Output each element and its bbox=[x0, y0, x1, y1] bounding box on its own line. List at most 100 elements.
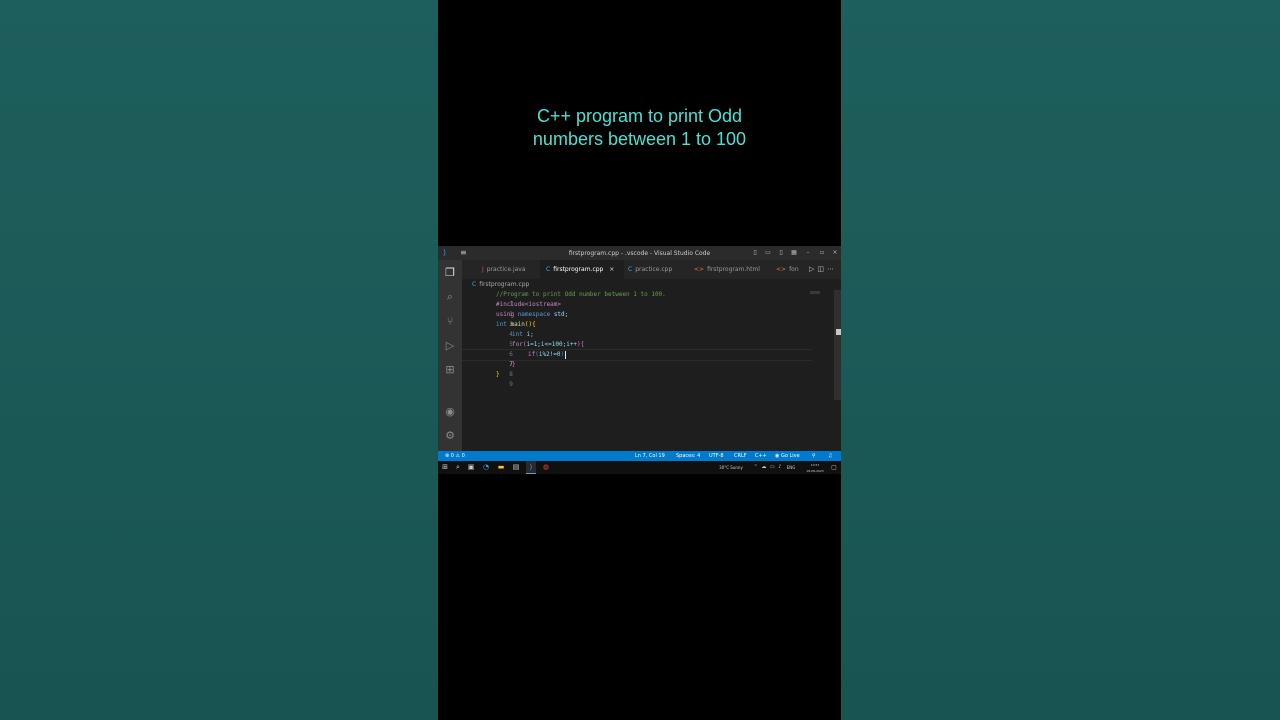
more-actions-icon[interactable]: ⋯ bbox=[827, 265, 837, 273]
line-number: 9 bbox=[509, 381, 513, 388]
chrome-icon[interactable]: ◍ bbox=[541, 461, 551, 474]
input-language[interactable]: ENG bbox=[785, 461, 797, 474]
tab-label: practice.java bbox=[486, 266, 526, 273]
taskbar: ⊞ ⌕ ▣ ◔ ▬ ▤ ⟩ ◍ 30°C Sunny ⌃ ☁ ▭ ♪ ENG 1… bbox=[438, 461, 841, 474]
text-cursor bbox=[565, 350, 567, 359]
go-live-label: Go Live bbox=[780, 453, 800, 459]
vscode-taskbar-icon[interactable]: ⟩ bbox=[526, 461, 536, 474]
close-button[interactable]: × bbox=[831, 249, 839, 256]
gear-icon[interactable]: ⚙ bbox=[438, 427, 462, 445]
code-text: std; bbox=[550, 311, 569, 318]
code-line: 9 } bbox=[462, 370, 812, 388]
code-function: main bbox=[506, 321, 525, 328]
html-file-icon: <> bbox=[776, 266, 787, 273]
title-bar: ⟩ ≡ firstprogram.cpp - .vscode - Visual … bbox=[438, 246, 841, 260]
source-control-icon[interactable]: ⑂ bbox=[438, 313, 462, 331]
status-bar: ⊗ 0 ⚠ 0 Ln 7, Col 19 Spaces: 4 UTF-8 CRL… bbox=[438, 451, 841, 461]
line-ending[interactable]: CRLF bbox=[734, 451, 747, 461]
layout-sidebar-icon[interactable]: ▯ bbox=[751, 249, 759, 256]
code-keyword: for bbox=[512, 341, 523, 348]
extensions-icon[interactable]: ⊞ bbox=[438, 361, 462, 379]
file-explorer-icon[interactable]: ▬ bbox=[496, 461, 506, 474]
layout-panel-icon[interactable]: ▭ bbox=[764, 249, 772, 256]
tab-practice-java[interactable]: Jpractice.java bbox=[474, 260, 544, 279]
code-brace: { bbox=[532, 321, 536, 328]
code-line: 5 int i; bbox=[462, 330, 812, 348]
java-file-icon: J bbox=[482, 266, 484, 273]
caption: C++ program to print Odd numbers between… bbox=[438, 105, 841, 151]
code-include: #include<iostream> bbox=[496, 301, 562, 308]
tab-label: firstprogram.html bbox=[707, 266, 760, 273]
caption-line-1: C++ program to print Odd bbox=[536, 106, 743, 126]
minimize-button[interactable]: – bbox=[804, 249, 812, 256]
explorer-icon[interactable]: ❐ bbox=[438, 264, 462, 282]
indentation[interactable]: Spaces: 4 bbox=[676, 451, 700, 461]
search-icon[interactable]: ⌕ bbox=[453, 461, 463, 474]
weather-widget[interactable]: 30°C Sunny bbox=[714, 461, 748, 474]
customize-layout-icon[interactable]: ▦ bbox=[790, 249, 798, 256]
layout-secondary-icon[interactable]: ▯ bbox=[777, 249, 785, 256]
code-line: 1 //Program to print Odd number between … bbox=[462, 290, 812, 308]
code-keyword: int bbox=[496, 321, 507, 328]
breadcrumb-file[interactable]: firstprogram.cpp bbox=[479, 281, 529, 288]
tab-label: fon bbox=[789, 266, 799, 273]
windows-start-icon[interactable]: ⊞ bbox=[440, 461, 450, 474]
code-text: i; bbox=[522, 331, 534, 338]
tray-icons[interactable]: ⌃ ☁ ▭ ♪ bbox=[751, 461, 785, 474]
split-editor-icon[interactable]: ◫ bbox=[817, 265, 827, 273]
tab-firstprogram-html[interactable]: <> firstprogram.html bbox=[688, 260, 770, 279]
clock[interactable]: 10:57 18-08-2023 bbox=[800, 461, 830, 474]
code-keyword: using bbox=[496, 311, 515, 318]
account-icon[interactable]: ◉ bbox=[438, 403, 462, 421]
clock-date: 18-08-2023 bbox=[806, 469, 824, 473]
code-line: 4 int main(){ bbox=[462, 320, 812, 338]
code-line: 8 } bbox=[462, 360, 812, 378]
vertical-scrollbar[interactable] bbox=[834, 290, 841, 400]
code-text: i=1;i<=100;i++ bbox=[526, 341, 578, 348]
code-brace: { bbox=[580, 341, 585, 348]
tab-practice-cpp[interactable]: Cpractice.cpp bbox=[622, 260, 688, 279]
search-icon[interactable]: ⌕ bbox=[438, 288, 462, 306]
maximize-button[interactable]: ▫ bbox=[818, 249, 826, 256]
cpp-file-icon: C bbox=[472, 281, 477, 288]
html-file-icon: <> bbox=[694, 266, 705, 273]
go-live-button[interactable]: ◉ Go Live bbox=[775, 451, 800, 461]
code-comment: //Program to print Odd number between 1 … bbox=[496, 291, 666, 298]
code-paren: ) bbox=[560, 351, 565, 358]
tab-label: practice.cpp bbox=[635, 266, 673, 273]
code-line: 3 using namespace std; bbox=[462, 310, 812, 328]
caption-line-2: numbers between 1 to 100 bbox=[532, 129, 747, 149]
run-debug-icon[interactable]: ▷ bbox=[438, 337, 462, 355]
code-editor[interactable]: 1 //Program to print Odd number between … bbox=[462, 290, 834, 455]
minimap[interactable] bbox=[810, 291, 820, 294]
background-left bbox=[0, 0, 438, 720]
task-view-icon[interactable]: ▣ bbox=[466, 461, 476, 474]
bell-icon[interactable]: ♫ bbox=[828, 451, 832, 461]
tab-firstprogram-cpp[interactable]: Cfirstprogram.cpp × bbox=[540, 260, 624, 279]
language-mode[interactable]: C++ bbox=[755, 451, 767, 461]
notification-icon[interactable]: ▢ bbox=[829, 461, 839, 474]
close-tab-icon[interactable]: × bbox=[609, 266, 614, 273]
problems-indicator[interactable]: ⊗ 0 ⚠ 0 bbox=[445, 451, 465, 461]
store-icon[interactable]: ▤ bbox=[511, 461, 521, 474]
editor-tabs: Jpractice.java Cfirstprogram.cpp × Cprac… bbox=[462, 260, 841, 279]
video-frame: C++ program to print Odd numbers between… bbox=[438, 0, 841, 720]
code-text: i%2!=0 bbox=[538, 351, 561, 358]
encoding[interactable]: UTF-8 bbox=[709, 451, 724, 461]
editor-actions: ▷◫⋯ bbox=[809, 260, 837, 279]
vscode-window: ⟩ ≡ firstprogram.cpp - .vscode - Visual … bbox=[438, 246, 841, 474]
breadcrumb[interactable]: Cfirstprogram.cpp bbox=[472, 281, 529, 289]
cpp-file-icon: C bbox=[546, 266, 551, 273]
feedback-icon[interactable]: ⚲ bbox=[812, 451, 816, 461]
edge-icon[interactable]: ◔ bbox=[481, 461, 491, 474]
background-right bbox=[841, 0, 1280, 720]
scrollbar-thumb[interactable] bbox=[836, 329, 841, 335]
code-brace: } bbox=[496, 371, 500, 378]
activity-bar: ❐ ⌕ ⑂ ▷ ⊞ ◉ ⚙ bbox=[438, 260, 462, 455]
tab-fon[interactable]: <> fon bbox=[770, 260, 800, 279]
code-line: 2 #include<iostream> bbox=[462, 300, 812, 318]
code-keyword: namespace bbox=[517, 311, 551, 318]
cursor-position[interactable]: Ln 7, Col 19 bbox=[635, 451, 665, 461]
tab-label: firstprogram.cpp bbox=[553, 266, 604, 273]
code-brace: } bbox=[512, 361, 516, 368]
